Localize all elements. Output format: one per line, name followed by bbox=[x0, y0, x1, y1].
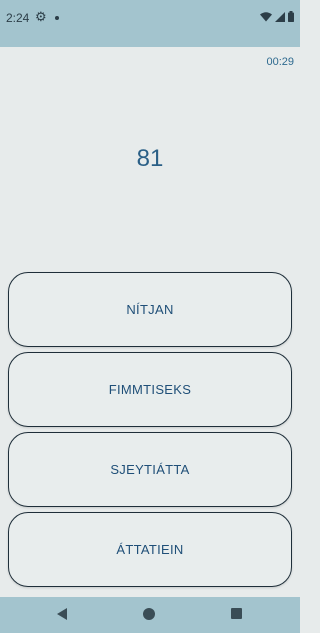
countdown-timer: 00:29 bbox=[266, 56, 294, 68]
notification-dot-icon bbox=[55, 16, 59, 20]
answer-button-2[interactable]: FIMMTISEKS bbox=[8, 352, 292, 427]
battery-icon bbox=[288, 11, 294, 22]
back-icon[interactable] bbox=[57, 608, 67, 620]
target-number: 81 bbox=[136, 145, 164, 172]
status-icons bbox=[260, 11, 294, 22]
answer-button-4[interactable]: ÁTTATIEIN bbox=[8, 512, 292, 587]
wifi-icon bbox=[260, 11, 272, 21]
home-icon[interactable] bbox=[143, 608, 155, 620]
settings-icon: ⚙ bbox=[35, 9, 47, 24]
answer-button-3[interactable]: SJEYTIÁTTA bbox=[8, 432, 292, 507]
signal-icon bbox=[275, 11, 285, 22]
status-time: 2:24 bbox=[6, 11, 30, 25]
answer-button-1[interactable]: NÍTJAN bbox=[8, 272, 292, 347]
navigation-bar bbox=[0, 597, 300, 633]
recents-icon[interactable] bbox=[231, 608, 242, 619]
status-bar: 2:24 ⚙ bbox=[0, 0, 300, 47]
